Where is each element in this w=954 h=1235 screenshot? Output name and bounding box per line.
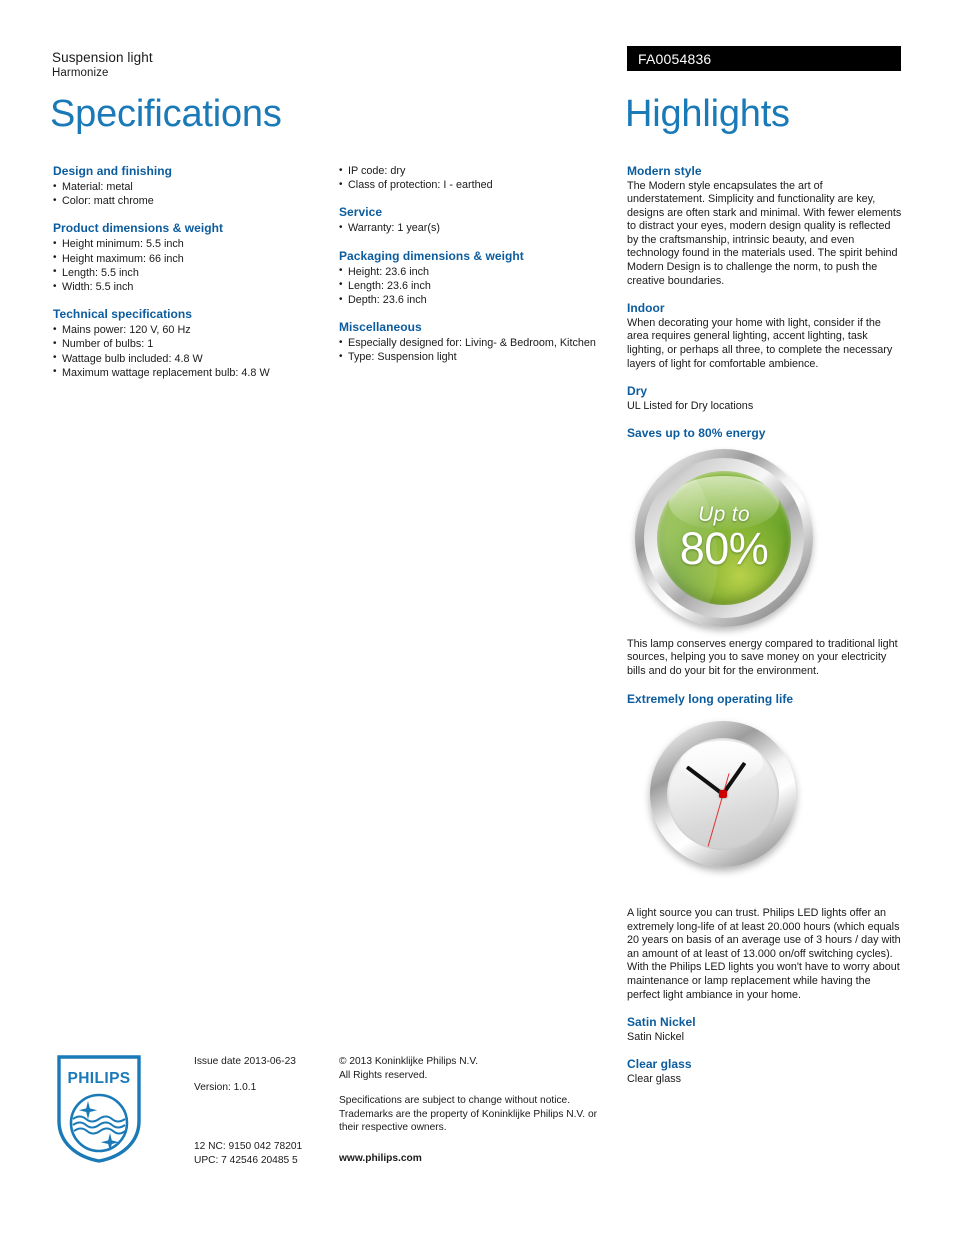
highlight-block: Modern style The Modern style encapsulate… <box>627 164 903 288</box>
spec-item: Height: 23.6 inch <box>339 264 614 279</box>
highlight-title: Dry <box>627 384 648 399</box>
clock-second-hand <box>707 793 724 846</box>
spec-group-title: Service <box>339 205 383 220</box>
spec-group: ServiceWarranty: 1 year(s) <box>339 205 614 235</box>
spec-group-title: Packaging dimensions & weight <box>339 248 524 263</box>
spec-group: Packaging dimensions & weightHeight: 23.… <box>339 249 614 308</box>
specifications-column-2: IP code: dryClass of protection: I - ear… <box>339 163 614 365</box>
badge-graphic: Up to 80% <box>635 448 813 627</box>
clock-highlight <box>680 741 764 784</box>
spec-group: IP code: dryClass of protection: I - ear… <box>339 163 614 192</box>
clock-face <box>667 738 779 850</box>
badge-percent-label: 80% <box>679 523 769 575</box>
spec-group-title: Miscellaneous <box>339 320 422 335</box>
spec-item: Maximum wattage replacement bulb: 4.8 W <box>53 365 323 380</box>
spec-group: Design and finishingMaterial: metalColor… <box>53 164 323 208</box>
long-life-clock-image <box>627 713 903 903</box>
product-family-label: Harmonize <box>52 67 109 79</box>
disclaimer-text: Specifications are subject to change wit… <box>339 1095 598 1133</box>
spec-group: MiscellaneousEspecially designed for: Li… <box>339 320 614 364</box>
specifications-column-1: Design and finishingMaterial: metalColor… <box>53 164 323 380</box>
highlight-block: Satin Nickel Satin Nickel <box>627 1015 903 1044</box>
badge-text: Up to 80% <box>635 449 813 627</box>
philips-logo: PHILIPS <box>57 1055 141 1163</box>
highlight-body: A light source you can trust. Philips LE… <box>627 907 901 1001</box>
spec-item: Height minimum: 5.5 inch <box>53 237 323 251</box>
highlight-body: Satin Nickel <box>627 1030 685 1043</box>
upc-code: UPC: 7 42546 20485 5 <box>194 1154 298 1166</box>
svg-text:PHILIPS: PHILIPS <box>67 1070 130 1087</box>
website-link[interactable]: www.philips.com <box>339 1153 422 1164</box>
footer-issue-column: Issue date 2013-06-23 Version: 1.0.1 <box>194 1055 334 1094</box>
highlight-block: Saves up to 80% energy Up to 80% This lamp … <box>627 426 903 678</box>
spec-item: Length: 23.6 inch <box>339 278 614 293</box>
highlight-body: UL Listed for Dry locations <box>627 399 754 412</box>
highlight-block: Extremely long operating life A light sou… <box>627 692 903 1003</box>
clock-center-cap <box>719 790 727 798</box>
highlight-body: This lamp conserves energy compared to t… <box>627 637 898 677</box>
spec-item: Class of protection: I - earthed <box>339 178 614 192</box>
copyright-line-1: © 2013 Koninklijke Philips N.V. <box>339 1056 479 1067</box>
product-type-label: Suspension light <box>52 50 153 65</box>
spec-group-title: Design and finishing <box>53 164 173 178</box>
spec-sheet-page: Suspension light Harmonize FA0054836 Spe… <box>0 0 954 1235</box>
spec-group: Technical specificationsMains power: 120… <box>53 307 323 380</box>
highlights-column: Modern style The Modern style encapsulate… <box>627 164 903 1099</box>
footer-identifiers: 12 NC: 9150 042 78201 UPC: 7 42546 20485… <box>194 1140 302 1167</box>
spec-item: Especially designed for: Living- & Bedro… <box>339 336 614 350</box>
spec-item: Number of bulbs: 1 <box>53 337 323 351</box>
spec-item: Warranty: 1 year(s) <box>339 221 614 235</box>
badge-upto-label: Up to <box>698 503 750 527</box>
highlight-block: Clear glass Clear glass <box>627 1057 903 1086</box>
spec-item: Height maximum: 66 inch <box>53 251 323 266</box>
spec-item: Material: metal <box>53 179 323 194</box>
spec-item: Type: Suspension light <box>339 350 614 364</box>
highlight-body: When decorating your home with light, co… <box>627 316 893 370</box>
version: Version: 1.0.1 <box>194 1081 257 1093</box>
energy-saving-badge: Up to 80% <box>627 447 903 632</box>
specifications-title: Specifications <box>50 93 282 135</box>
spec-item: Mains power: 120 V, 60 Hz <box>53 323 323 337</box>
product-code-text: FA0054836 <box>638 50 712 67</box>
spec-item: IP code: dry <box>339 163 614 178</box>
spec-item: Wattage bulb included: 4.8 W <box>53 351 323 366</box>
clock-graphic <box>650 721 796 867</box>
twelve-nc-code: 12 NC: 9150 042 78201 <box>194 1141 303 1152</box>
spec-item: Length: 5.5 inch <box>53 265 323 280</box>
highlight-title: Clear glass <box>627 1057 692 1072</box>
highlights-title: Highlights <box>625 93 790 135</box>
highlight-title: Indoor <box>627 301 665 316</box>
spec-group: Product dimensions & weightHeight minimu… <box>53 221 323 294</box>
spec-group-title: Product dimensions & weight <box>53 221 224 236</box>
philips-shield-icon: PHILIPS <box>57 1055 141 1163</box>
highlight-title: Saves up to 80% energy <box>627 426 766 441</box>
highlight-body: Clear glass <box>627 1072 682 1085</box>
footer-legal-column: © 2013 Koninklijke Philips N.V. All Righ… <box>339 1055 609 1135</box>
spec-item: Depth: 23.6 inch <box>339 293 614 307</box>
highlight-title: Modern style <box>627 164 702 178</box>
highlight-title: Extremely long operating life <box>627 691 794 706</box>
highlight-block: Indoor When decorating your home with lig… <box>627 301 903 371</box>
copyright-block: © 2013 Koninklijke Philips N.V. All Righ… <box>339 1055 609 1082</box>
issue-date: Issue date 2013-06-23 <box>194 1056 296 1067</box>
highlight-title: Satin Nickel <box>627 1015 696 1030</box>
product-header: Suspension light Harmonize <box>52 50 572 81</box>
spec-item: Color: matt chrome <box>53 194 323 208</box>
highlight-body: The Modern style encapsulates the art of… <box>627 179 902 287</box>
spec-item: Width: 5.5 inch <box>53 280 323 294</box>
product-code-banner: FA0054836 <box>627 46 901 71</box>
copyright-line-2: All Rights reserved. <box>339 1069 428 1081</box>
spec-group-title: Technical specifications <box>53 307 193 322</box>
highlight-block: Dry UL Listed for Dry locations <box>627 384 903 413</box>
